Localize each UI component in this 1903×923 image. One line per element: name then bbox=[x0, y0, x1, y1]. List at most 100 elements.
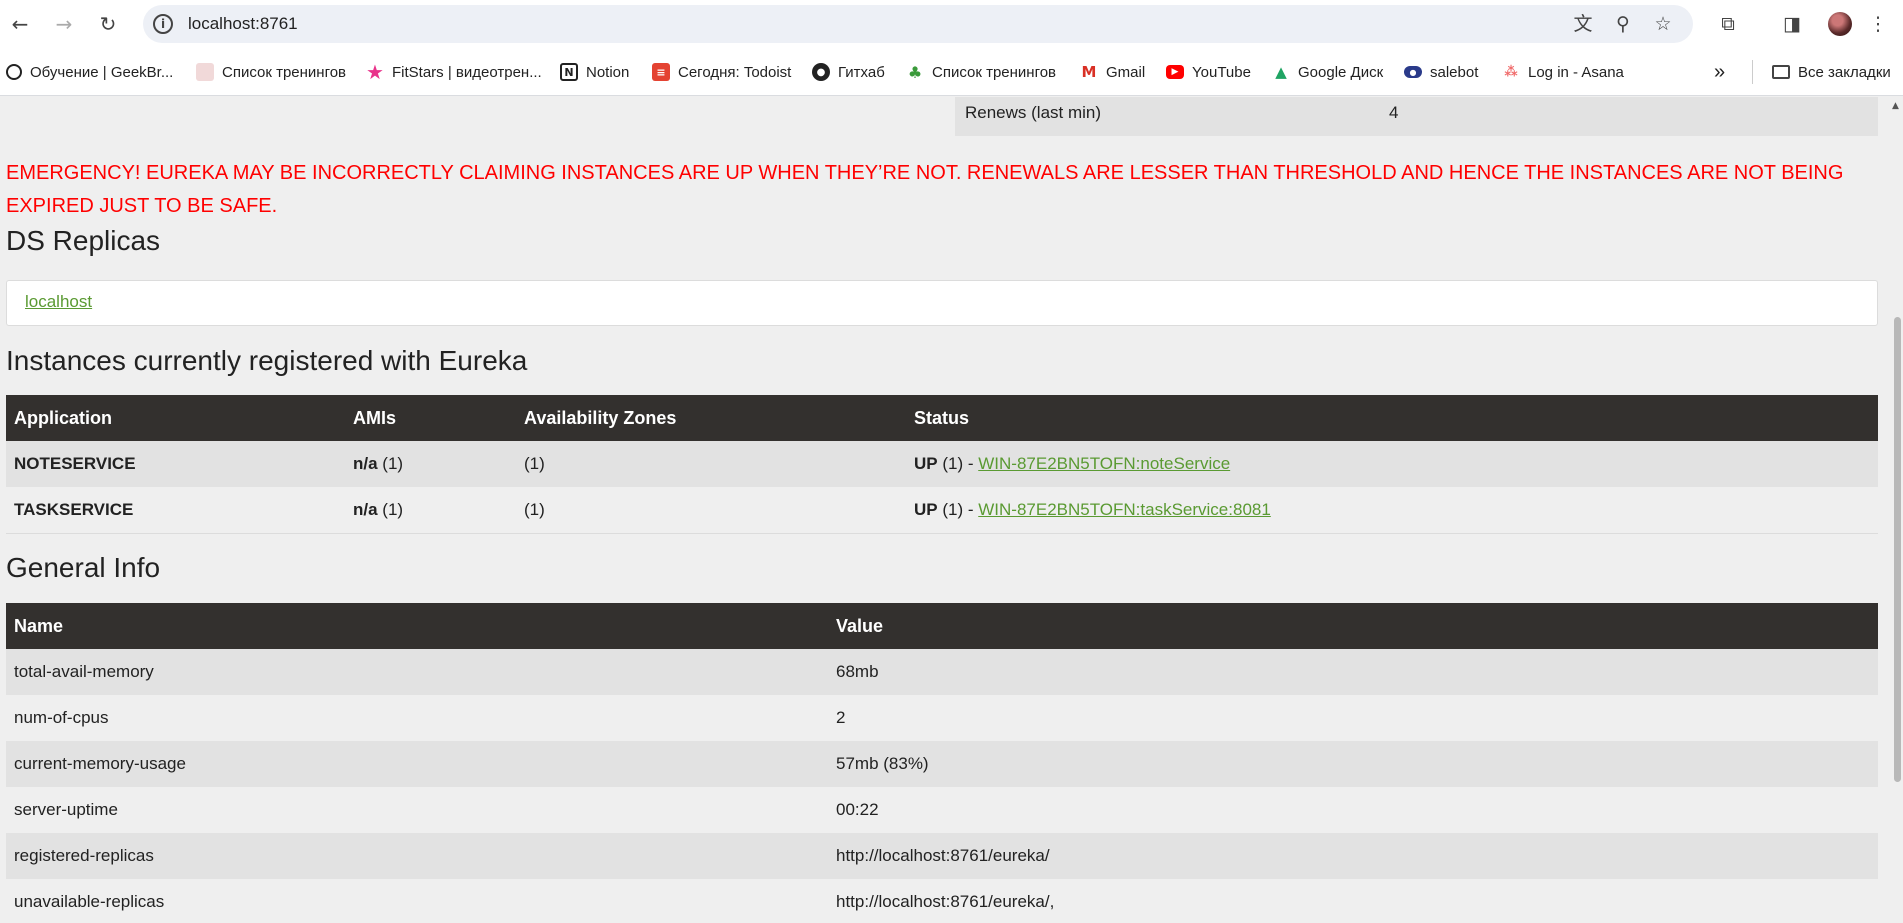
bookmark-label: Сегодня: Todoist bbox=[678, 63, 792, 81]
folder-icon bbox=[1772, 65, 1790, 79]
bookmarks-bar: Обучение | GeekBr... Список тренингов ★ … bbox=[0, 48, 1903, 96]
status-up: UP bbox=[914, 499, 938, 519]
scroll-up-arrow-icon[interactable]: ▲ bbox=[1892, 101, 1899, 111]
menu-icon[interactable]: ⋮ bbox=[1864, 10, 1892, 38]
info-name: current-memory-usage bbox=[6, 741, 828, 787]
zoom-icon[interactable]: ⚲ bbox=[1611, 12, 1635, 36]
info-name: total-avail-memory bbox=[6, 649, 828, 695]
instances-table: Application AMIs Availability Zones Stat… bbox=[6, 395, 1878, 534]
geekbrains-icon bbox=[6, 64, 22, 80]
general-info-title: General Info bbox=[6, 552, 161, 583]
instance-link[interactable]: WIN-87E2BN5TOFN:taskService:8081 bbox=[978, 500, 1271, 519]
back-arrow-icon[interactable]: ← bbox=[6, 10, 34, 38]
amis-count: (1) bbox=[377, 454, 404, 473]
bookmark-label: Гитхаб bbox=[838, 63, 885, 81]
page-icon bbox=[196, 63, 214, 81]
column-header: Availability Zones bbox=[516, 395, 906, 441]
bookmark-label: Обучение | GeekBr... bbox=[30, 63, 174, 81]
sprout-icon: ♣ bbox=[907, 62, 923, 82]
url-text[interactable]: localhost:8761 bbox=[188, 14, 298, 34]
table-row: registered-replicas http://localhost:876… bbox=[6, 833, 1878, 879]
more-bookmarks-icon[interactable]: » bbox=[1714, 60, 1725, 84]
bookmark-label: salebot bbox=[1430, 63, 1479, 81]
bookmark-item[interactable]: ● salebot bbox=[1404, 60, 1478, 84]
youtube-icon: ▶ bbox=[1166, 65, 1184, 79]
emergency-warning: EMERGENCY! EUREKA MAY BE INCORRECTLY CLA… bbox=[6, 162, 1844, 217]
renews-label: Renews (last min) bbox=[965, 103, 1102, 122]
bookmark-item[interactable]: Список тренингов bbox=[196, 60, 346, 84]
amis-cell: n/a (1) bbox=[345, 441, 516, 487]
translate-icon[interactable]: 文 bbox=[1571, 12, 1595, 36]
bookmark-item[interactable]: ≡ Сегодня: Todoist bbox=[652, 60, 791, 84]
gmail-icon: M bbox=[1081, 63, 1097, 81]
info-value: http://localhost:8761/eureka/, bbox=[828, 879, 1878, 923]
all-bookmarks-label: Все закладки bbox=[1798, 63, 1891, 81]
all-bookmarks-button[interactable]: Все закладки bbox=[1772, 60, 1891, 84]
renews-row: Renews (last min) 4 bbox=[955, 97, 1878, 136]
info-name: registered-replicas bbox=[6, 833, 828, 879]
todoist-icon: ≡ bbox=[652, 63, 670, 81]
reload-icon[interactable]: ↻ bbox=[94, 10, 122, 38]
bookmark-label: Gmail bbox=[1106, 63, 1146, 81]
instance-link[interactable]: WIN-87E2BN5TOFN:noteService bbox=[978, 454, 1230, 473]
status-up: UP bbox=[914, 454, 938, 473]
bookmark-item[interactable]: ★ FitStars | видеотрен... bbox=[366, 60, 542, 84]
asana-icon: ⁂ bbox=[1504, 64, 1518, 80]
column-header: AMIs bbox=[345, 395, 516, 441]
application-cell: TASKSERVICE bbox=[6, 487, 345, 534]
replica-link[interactable]: localhost bbox=[25, 292, 92, 312]
extensions-icon[interactable]: ⧉ bbox=[1714, 10, 1742, 38]
info-value: 68mb bbox=[828, 649, 1878, 695]
table-row: server-uptime 00:22 bbox=[6, 787, 1878, 833]
address-bar[interactable]: i localhost:8761 文 ⚲ ☆ bbox=[143, 5, 1693, 43]
amis-value: n/a bbox=[353, 499, 378, 519]
github-icon: ● bbox=[812, 63, 830, 81]
amis-cell: n/a (1) bbox=[345, 487, 516, 534]
bookmark-item[interactable]: ⁂ Log in - Asana bbox=[1502, 60, 1624, 84]
bookmark-label: Список тренингов bbox=[932, 63, 1057, 81]
scrollbar-thumb[interactable] bbox=[1894, 317, 1901, 782]
table-header-row: Application AMIs Availability Zones Stat… bbox=[6, 395, 1878, 441]
status-cell: UP (1) - WIN-87E2BN5TOFN:taskService:808… bbox=[906, 487, 1878, 534]
bookmark-item[interactable]: ● Гитхаб bbox=[812, 60, 885, 84]
side-panel-icon[interactable]: ◨ bbox=[1778, 10, 1806, 38]
application-cell: NOTESERVICE bbox=[6, 441, 345, 487]
bookmark-label: Google Диск bbox=[1298, 63, 1384, 81]
zones-cell: (1) bbox=[516, 487, 906, 534]
bookmark-item[interactable]: ♣ Список тренингов bbox=[906, 60, 1056, 84]
table-row: current-memory-usage 57mb (83%) bbox=[6, 741, 1878, 787]
table-row: num-of-cpus 2 bbox=[6, 695, 1878, 741]
table-row: TASKSERVICE n/a (1) (1) UP (1) - WIN-87E… bbox=[6, 487, 1878, 534]
info-value: 2 bbox=[828, 695, 1878, 741]
page-content: Renews (last min) 4 EMERGENCY! EUREKA MA… bbox=[0, 97, 1903, 923]
info-name: server-uptime bbox=[6, 787, 828, 833]
bookmark-item[interactable]: N Notion bbox=[560, 60, 629, 84]
general-info-table: Name Value total-avail-memory 68mb num-o… bbox=[6, 603, 1878, 923]
browser-toolbar: ← → ↻ i localhost:8761 文 ⚲ ☆ ⧉ ◨ ⋮ bbox=[0, 0, 1903, 48]
salebot-icon: ● bbox=[1404, 66, 1422, 78]
column-header: Status bbox=[906, 395, 1878, 441]
info-value: 00:22 bbox=[828, 787, 1878, 833]
bookmarks-divider bbox=[1752, 60, 1753, 84]
bookmark-label: FitStars | видеотрен... bbox=[392, 63, 542, 81]
site-info-icon[interactable]: i bbox=[153, 14, 173, 34]
table-row: total-avail-memory 68mb bbox=[6, 649, 1878, 695]
bookmark-label: Notion bbox=[586, 63, 630, 81]
bookmark-label: Log in - Asana bbox=[1528, 63, 1624, 81]
bookmark-star-icon[interactable]: ☆ bbox=[1651, 12, 1675, 36]
zones-cell: (1) bbox=[516, 441, 906, 487]
forward-arrow-icon[interactable]: → bbox=[50, 10, 78, 38]
bookmark-item[interactable]: ▶ YouTube bbox=[1166, 60, 1251, 84]
bookmark-item[interactable]: ▲ Google Диск bbox=[1272, 60, 1383, 84]
info-name: unavailable-replicas bbox=[6, 879, 828, 923]
notion-icon: N bbox=[560, 63, 578, 81]
column-header: Name bbox=[6, 603, 828, 649]
avatar[interactable] bbox=[1828, 12, 1852, 36]
bookmark-label: Список тренингов bbox=[222, 63, 347, 81]
status-count: (1) - bbox=[937, 499, 979, 519]
bookmark-item[interactable]: Обучение | GeekBr... bbox=[6, 60, 173, 84]
status-cell: UP (1) - WIN-87E2BN5TOFN:noteService bbox=[906, 441, 1878, 487]
bookmark-item[interactable]: M Gmail bbox=[1080, 60, 1146, 84]
table-header-row: Name Value bbox=[6, 603, 1878, 649]
status-count: (1) - bbox=[937, 454, 979, 473]
